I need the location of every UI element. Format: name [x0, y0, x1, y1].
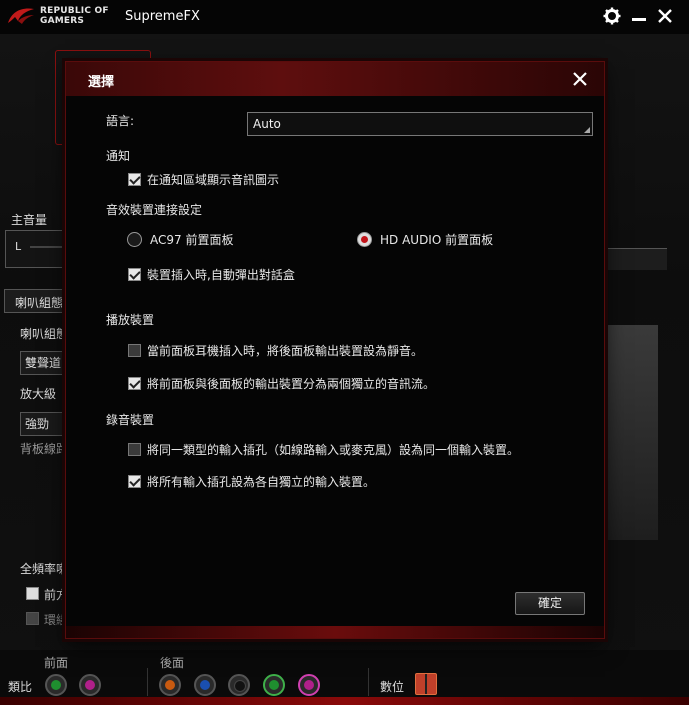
ac97-radio[interactable]: [127, 231, 142, 247]
language-label: 語言:: [106, 114, 135, 128]
language-select-value: Auto: [253, 117, 281, 131]
dialog-close-icon[interactable]: [570, 69, 590, 89]
rear-blue-jack-icon[interactable]: [194, 674, 216, 696]
minimize-icon[interactable]: [629, 6, 649, 26]
speaker-config-label: 喇叭組態: [20, 327, 69, 341]
mute-rear-checkbox[interactable]: [128, 343, 141, 357]
front-jacks-label: 前面: [44, 656, 69, 670]
speaker-config-select[interactable]: 雙聲道: [20, 351, 66, 375]
mute-rear-option[interactable]: 當前面板耳機插入時，將後面板輸出裝置設為靜音。: [128, 342, 423, 358]
same-type-inputs-label: 將同一類型的輸入插孔（如線路輸入或麥克風）設為同一個輸入裝置。: [147, 442, 520, 457]
language-select[interactable]: Auto: [247, 112, 593, 136]
split-streams-label: 將前面板與後面板的輸出裝置分為兩個獨立的音訊流。: [147, 376, 436, 391]
close-icon[interactable]: [655, 6, 675, 26]
digital-label: 數位: [380, 680, 405, 694]
brand-line-2: GAMERS: [40, 16, 85, 26]
brand-line-1: REPUBLIC OF: [40, 6, 109, 16]
options-dialog: 選擇 語言: Auto 通知 在通知區域顯示音訊圖示 音效裝置連接設定 AC97…: [65, 61, 605, 639]
front-pink-jack-icon[interactable]: [79, 674, 101, 696]
auto-popup-checkbox[interactable]: [128, 267, 141, 281]
front-green-jack-icon[interactable]: [45, 674, 67, 696]
dialog-header[interactable]: 選擇: [66, 62, 604, 96]
speaker-visual-panel: [600, 325, 658, 540]
ac97-option[interactable]: AC97 前置面板: [127, 231, 233, 247]
analog-label: 類比: [8, 680, 33, 694]
rear-panel-label: 背板線路: [20, 442, 69, 456]
dialog-title: 選擇: [88, 75, 115, 90]
title-bar[interactable]: REPUBLIC OF GAMERS SupremeFX: [0, 0, 689, 34]
rear-green-jack-icon[interactable]: [263, 674, 285, 696]
channel-left-label: L: [15, 240, 22, 253]
divider: [147, 668, 148, 696]
hd-audio-label: HD AUDIO 前置面板: [380, 232, 494, 247]
separate-inputs-label: 將所有輸入插孔設為各自獨立的輸入裝置。: [147, 474, 376, 489]
hd-audio-option[interactable]: HD AUDIO 前置面板: [357, 231, 493, 247]
same-type-inputs-option[interactable]: 將同一類型的輸入插孔（如線路輸入或麥克風）設為同一個輸入裝置。: [128, 441, 519, 457]
surround-checkbox[interactable]: [26, 612, 39, 625]
ac97-label: AC97 前置面板: [150, 232, 234, 247]
dropdown-arrow-icon: [584, 127, 590, 133]
playback-section-title: 播放裝置: [106, 313, 155, 327]
rog-logo-icon: [8, 8, 34, 24]
rear-orange-jack-icon[interactable]: [159, 674, 181, 696]
auto-popup-label: 裝置插入時,自動彈出對話盒: [147, 267, 295, 282]
brand-text: REPUBLIC OF GAMERS: [40, 6, 109, 26]
separate-inputs-option[interactable]: 將所有輸入插孔設為各自獨立的輸入裝置。: [128, 473, 375, 489]
tab-speaker-config[interactable]: 喇叭組態: [4, 289, 70, 313]
ok-button[interactable]: 確定: [515, 592, 585, 615]
master-volume-label: 主音量: [11, 213, 48, 227]
split-streams-option[interactable]: 將前面板與後面板的輸出裝置分為兩個獨立的音訊流。: [128, 375, 435, 391]
notify-tray-checkbox[interactable]: [128, 172, 141, 186]
mute-rear-label: 當前面板耳機插入時，將後面板輸出裝置設為靜音。: [147, 343, 424, 358]
notify-tray-option[interactable]: 在通知區域顯示音訊圖示: [128, 171, 279, 187]
gear-icon[interactable]: [602, 6, 622, 26]
same-type-inputs-checkbox[interactable]: [128, 442, 141, 456]
rear-jacks-label: 後面: [160, 656, 185, 670]
volume-slider-track[interactable]: [30, 246, 66, 248]
device-section-title: 音效裝置連接設定: [106, 203, 203, 217]
front-checkbox[interactable]: [26, 587, 39, 600]
notify-tray-label: 在通知區域顯示音訊圖示: [147, 172, 280, 187]
rear-black-jack-icon[interactable]: [228, 674, 250, 696]
split-streams-checkbox[interactable]: [128, 376, 141, 390]
bottom-accent-bar: [0, 697, 689, 705]
divider: [368, 668, 369, 696]
hd-audio-radio[interactable]: [357, 231, 372, 247]
dialog-footer-accent: [66, 626, 604, 638]
auto-popup-option[interactable]: 裝置插入時,自動彈出對話盒: [128, 266, 295, 282]
amplifier-label: 放大級: [20, 387, 57, 401]
spdif-digital-icon[interactable]: [415, 673, 437, 695]
notify-section-title: 通知: [106, 149, 131, 163]
rear-pink-jack-icon[interactable]: [298, 674, 320, 696]
record-section-title: 錄音裝置: [106, 413, 155, 427]
separate-inputs-checkbox[interactable]: [128, 474, 141, 488]
app-title: SupremeFX: [125, 9, 200, 24]
amplifier-select[interactable]: 強勁: [20, 412, 66, 436]
